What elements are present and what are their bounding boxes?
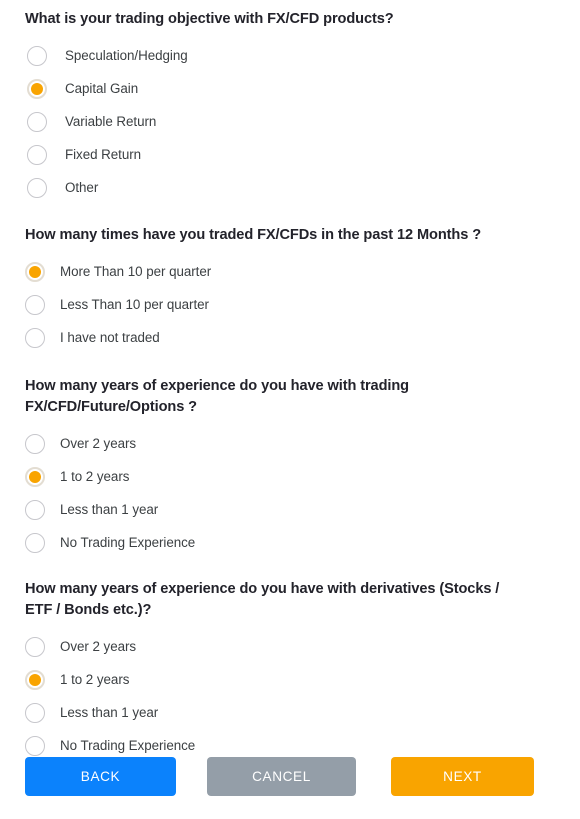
- option-capital-gain[interactable]: Capital Gain: [27, 72, 555, 105]
- option-1-to-2-years[interactable]: 1 to 2 years: [25, 460, 555, 493]
- radio-group-trading-objective: Speculation/Hedging Capital Gain Variabl…: [25, 39, 555, 204]
- option-over-2-years[interactable]: Over 2 years: [25, 427, 555, 460]
- option-over-2-years[interactable]: Over 2 years: [25, 630, 555, 663]
- option-label: Capital Gain: [65, 80, 139, 96]
- option-1-to-2-years[interactable]: 1 to 2 years: [25, 663, 555, 696]
- questionnaire-form: What is your trading objective with FX/C…: [0, 0, 580, 819]
- radio-icon[interactable]: [25, 702, 45, 723]
- radio-icon[interactable]: [25, 499, 45, 520]
- option-other[interactable]: Other: [27, 171, 555, 204]
- option-fixed-return[interactable]: Fixed Return: [27, 138, 555, 171]
- question-block-2: How many times have you traded FX/CFDs i…: [0, 204, 580, 354]
- option-label: No Trading Experience: [60, 737, 196, 753]
- radio-icon[interactable]: [25, 735, 45, 756]
- radio-icon[interactable]: [25, 261, 45, 282]
- option-label: Variable Return: [65, 113, 157, 129]
- option-label: Over 2 years: [60, 435, 137, 451]
- option-no-trading-experience[interactable]: No Trading Experience: [25, 526, 555, 559]
- radio-icon[interactable]: [27, 111, 47, 132]
- option-label: Other: [65, 179, 99, 195]
- question-title: What is your trading objective with FX/C…: [25, 11, 394, 27]
- option-i-have-not-traded[interactable]: I have not traded: [25, 321, 555, 354]
- radio-icon[interactable]: [25, 636, 45, 657]
- radio-group-trade-frequency: More Than 10 per quarter Less Than 10 pe…: [25, 255, 555, 354]
- option-variable-return[interactable]: Variable Return: [27, 105, 555, 138]
- radio-icon[interactable]: [25, 294, 45, 315]
- form-actions: BACK CANCEL NEXT: [0, 757, 580, 796]
- option-label: More Than 10 per quarter: [60, 263, 212, 279]
- cancel-button[interactable]: CANCEL: [207, 757, 356, 796]
- radio-icon[interactable]: [27, 177, 47, 198]
- radio-group-derivatives-experience: Over 2 years 1 to 2 years Less than 1 ye…: [25, 630, 555, 762]
- radio-icon[interactable]: [25, 532, 45, 553]
- option-label: No Trading Experience: [60, 534, 196, 550]
- radio-icon[interactable]: [27, 78, 47, 99]
- option-label: Over 2 years: [60, 638, 137, 654]
- option-less-than-1-year[interactable]: Less than 1 year: [25, 493, 555, 526]
- option-label: Speculation/Hedging: [65, 47, 188, 63]
- option-more-than-10-per-quarter[interactable]: More Than 10 per quarter: [25, 255, 555, 288]
- radio-icon[interactable]: [25, 466, 45, 487]
- question-block-4: How many years of experience do you have…: [0, 559, 580, 762]
- question-block-1: What is your trading objective with FX/C…: [0, 0, 580, 204]
- radio-icon[interactable]: [25, 669, 45, 690]
- option-label: Less than 1 year: [60, 704, 159, 720]
- option-speculation-hedging[interactable]: Speculation/Hedging: [27, 39, 555, 72]
- next-button[interactable]: NEXT: [391, 757, 534, 796]
- radio-icon[interactable]: [25, 433, 45, 454]
- option-label: 1 to 2 years: [60, 671, 130, 687]
- radio-icon[interactable]: [27, 144, 47, 165]
- option-label: Less Than 10 per quarter: [60, 296, 209, 312]
- option-less-than-10-per-quarter[interactable]: Less Than 10 per quarter: [25, 288, 555, 321]
- back-button[interactable]: BACK: [25, 757, 176, 796]
- radio-icon[interactable]: [27, 45, 47, 66]
- radio-group-fx-experience: Over 2 years 1 to 2 years Less than 1 ye…: [25, 427, 555, 559]
- option-label: Less than 1 year: [60, 501, 159, 517]
- question-title: How many times have you traded FX/CFDs i…: [25, 227, 482, 243]
- radio-icon[interactable]: [25, 327, 45, 348]
- option-less-than-1-year[interactable]: Less than 1 year: [25, 696, 555, 729]
- question-title: How many years of experience do you have…: [25, 378, 409, 415]
- option-label: 1 to 2 years: [60, 468, 130, 484]
- option-label: Fixed Return: [65, 146, 142, 162]
- question-block-3: How many years of experience do you have…: [0, 354, 580, 559]
- question-title: How many years of experience do you have…: [25, 581, 500, 618]
- option-label: I have not traded: [60, 329, 160, 345]
